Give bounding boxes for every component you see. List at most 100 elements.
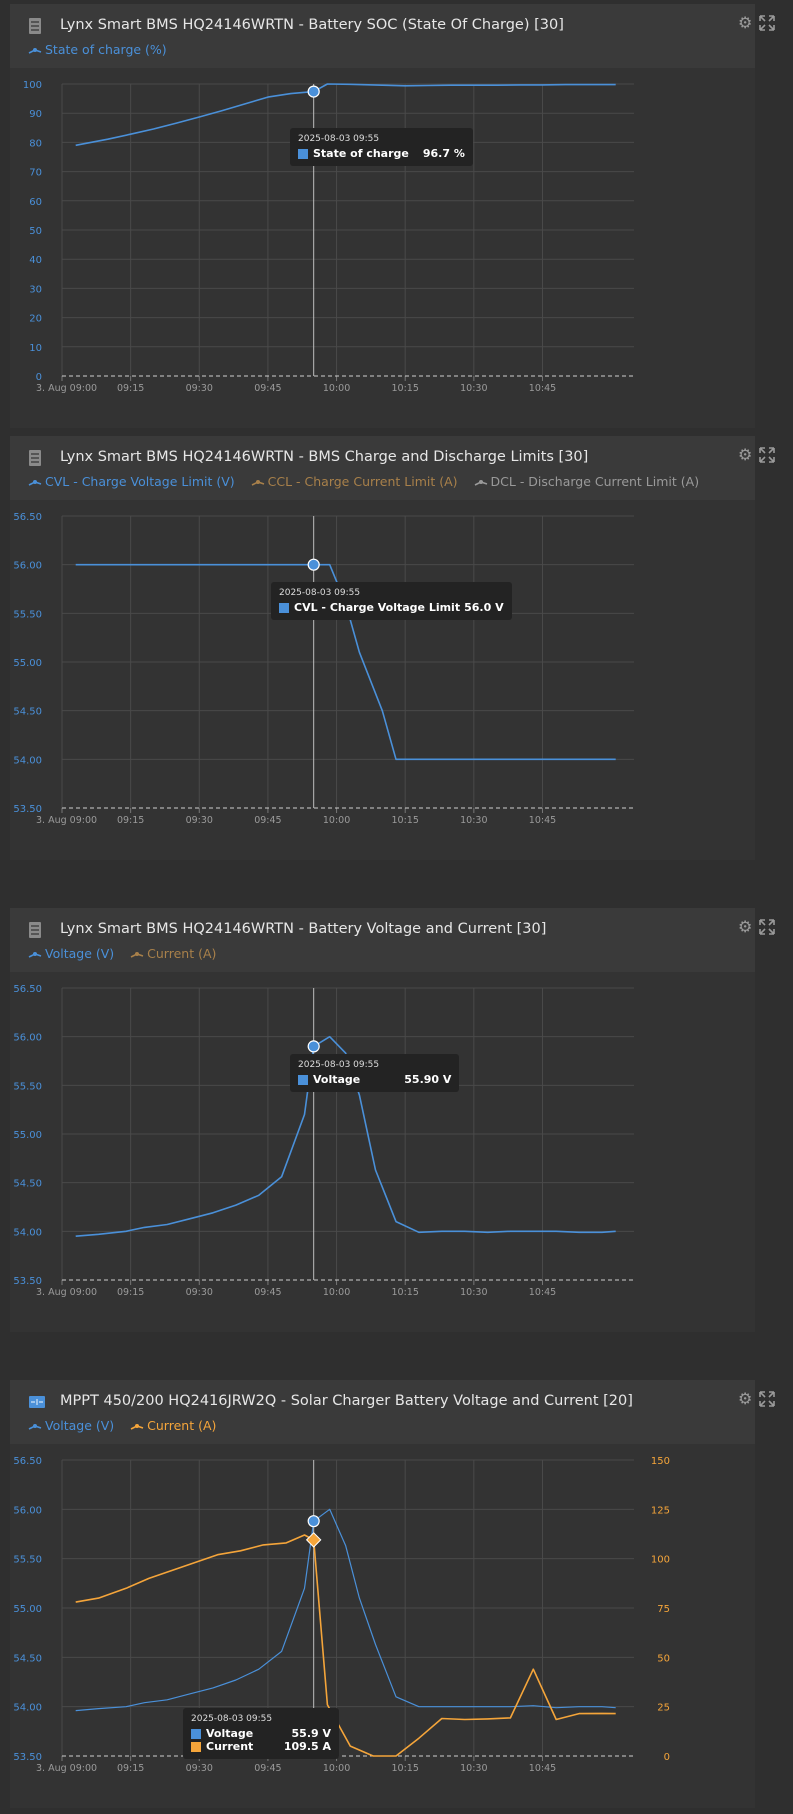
series-swatch	[298, 1074, 308, 1085]
tooltip-value: 56.0 V	[464, 601, 504, 614]
y-tick-label: 55.50	[13, 1081, 42, 1092]
y-tick-label: 54.00	[13, 755, 42, 766]
expand-icon[interactable]	[758, 446, 776, 464]
y-tick-label: 54.50	[13, 1653, 42, 1664]
y-tick-label: 56.50	[13, 512, 42, 523]
chart-legend: Voltage (V) Current (A)	[28, 1418, 228, 1433]
expand-icon[interactable]	[758, 918, 776, 936]
y-tick-label: 55.00	[13, 1130, 42, 1141]
line-series-icon	[130, 951, 144, 958]
panel-header: Lynx Smart BMS HQ24146WRTN - BMS Charge …	[10, 436, 775, 500]
x-tick-label: 09:15	[117, 815, 144, 826]
line-series-icon	[28, 951, 42, 958]
legend-label: Voltage (V)	[45, 1418, 115, 1433]
voltage-current-chart[interactable]: 53.50 54.00 54.50 55.00 55.50 56.00 56.50 3. Au…	[10, 972, 755, 1332]
legend-label: DCL - Discharge Current Limit (A)	[490, 474, 700, 489]
y2-tick-label: 75	[657, 1604, 670, 1615]
y-tick-label: 55.00	[13, 1604, 42, 1615]
gear-icon[interactable]: ⚙	[738, 446, 756, 464]
y-tick-label: 80	[29, 138, 42, 149]
plot-background	[10, 500, 755, 860]
gear-icon[interactable]: ⚙	[738, 1390, 756, 1408]
legend-label: CCL - Charge Current Limit (A)	[267, 474, 458, 489]
voltage-current-chart-svg: 53.50 54.00 54.50 55.00 55.50 56.00 56.50 3. Au…	[10, 972, 755, 1332]
line-series-icon	[474, 479, 487, 486]
legend-label: State of charge (%)	[45, 42, 167, 57]
chart-tooltip: 2025-08-03 09:55 Voltage 55.9 V Current 10…	[183, 1708, 339, 1759]
y-tick-label: 56.00	[13, 1033, 42, 1044]
chart-legend: Voltage (V) Current (A)	[28, 946, 228, 961]
x-tick-label: 3. Aug 09:00	[36, 1287, 97, 1298]
gear-icon[interactable]: ⚙	[738, 918, 756, 936]
y2-tick-label: 0	[664, 1752, 670, 1763]
tooltip-value: 55.9 V	[291, 1727, 331, 1740]
x-tick-label: 10:30	[460, 1763, 487, 1774]
legend-item-current[interactable]: Current (A)	[130, 946, 216, 961]
x-tick-label: 10:00	[323, 815, 350, 826]
x-tick-label: 10:45	[529, 1287, 556, 1298]
x-tick-label: 09:45	[254, 1763, 281, 1774]
y2-tick-label: 25	[657, 1703, 670, 1714]
plot-background	[10, 68, 755, 428]
x-tick-label: 09:45	[254, 383, 281, 394]
expand-icon[interactable]	[758, 1390, 776, 1408]
y-tick-label: 30	[29, 284, 42, 295]
expand-icon[interactable]	[758, 14, 776, 32]
series-swatch	[279, 602, 289, 613]
x-tick-label: 09:15	[117, 1763, 144, 1774]
legend-item-voltage[interactable]: Voltage (V)	[28, 1418, 114, 1433]
tooltip-row: State of charge 96.7 %	[298, 147, 465, 160]
y2-tick-label: 125	[651, 1505, 670, 1516]
y-tick-label: 56.50	[13, 984, 42, 995]
legend-item-current[interactable]: Current (A)	[130, 1418, 216, 1433]
y-tick-label: 55.00	[13, 658, 42, 669]
y-tick-label: 90	[29, 109, 42, 120]
tooltip-time: 2025-08-03 09:55	[191, 1714, 273, 1724]
tooltip-value: 55.90 V	[404, 1073, 452, 1086]
legend-item-dcl[interactable]: DCL - Discharge Current Limit (A)	[474, 474, 700, 489]
tooltip-label: Voltage	[313, 1073, 361, 1086]
x-tick-label: 10:30	[460, 1287, 487, 1298]
y-tick-label: 100	[23, 80, 42, 91]
series-swatch	[298, 148, 308, 159]
legend-item-voltage[interactable]: Voltage (V)	[28, 946, 114, 961]
x-tick-label: 09:15	[117, 383, 144, 394]
panel-title: Lynx Smart BMS HQ24146WRTN - BMS Charge …	[60, 449, 589, 465]
y-tick-label: 70	[29, 168, 42, 179]
chart-legend: State of charge (%)	[28, 42, 179, 57]
mppt-panel: MPPT 450/200 HQ2416JRW2Q - Solar Charger…	[10, 1380, 775, 1808]
panel-header: MPPT 450/200 HQ2416JRW2Q - Solar Charger…	[10, 1380, 775, 1444]
mppt-chart[interactable]: 53.50 54.00 54.50 55.00 55.50 56.00 56.50 0 25 50…	[10, 1444, 755, 1808]
x-tick-label: 09:30	[186, 1763, 213, 1774]
y-tick-label: 53.50	[13, 1752, 42, 1763]
y-tick-label: 10	[29, 343, 42, 354]
y-tick-label: 55.50	[13, 609, 42, 620]
tooltip-value: 96.7 %	[422, 147, 465, 160]
y-tick-label: 50	[29, 226, 42, 237]
legend-item-soc[interactable]: State of charge (%)	[28, 42, 167, 57]
legend-item-cvl[interactable]: CVL - Charge Voltage Limit (V)	[28, 474, 235, 489]
panel-header: Lynx Smart BMS HQ24146WRTN - Battery Vol…	[10, 908, 775, 972]
y-tick-label: 54.50	[13, 707, 42, 718]
x-tick-label: 10:45	[529, 383, 556, 394]
solar-charger-icon	[29, 1396, 45, 1408]
x-tick-label: 3. Aug 09:00	[36, 1763, 97, 1774]
legend-item-ccl[interactable]: CCL - Charge Current Limit (A)	[251, 474, 458, 489]
series-swatch	[191, 1728, 201, 1739]
soc-chart[interactable]: 0 10 20 30 40 50 60 70 80 90 100 3. Aug 09:00 09:15 0…	[10, 68, 755, 428]
gear-icon[interactable]: ⚙	[738, 14, 756, 32]
y-tick-label: 0	[36, 372, 42, 383]
tooltip-label: State of charge	[313, 147, 409, 160]
panel-title: Lynx Smart BMS HQ24146WRTN - Battery Vol…	[60, 921, 547, 937]
plot-background	[10, 1444, 755, 1808]
y-tick-label: 60	[29, 197, 42, 208]
y-tick-label: 54.50	[13, 1179, 42, 1190]
y2-tick-label: 50	[657, 1653, 670, 1664]
y-tick-label: 56.00	[13, 1505, 42, 1516]
x-tick-label: 10:00	[323, 1763, 350, 1774]
y-tick-label: 56.50	[13, 1456, 42, 1467]
y-tick-label: 20	[29, 314, 42, 325]
x-tick-label: 09:30	[186, 383, 213, 394]
limits-chart[interactable]: 53.50 54.00 54.50 55.00 55.50 56.00 56.50 3. Au…	[10, 500, 755, 860]
x-tick-label: 10:15	[392, 1287, 419, 1298]
